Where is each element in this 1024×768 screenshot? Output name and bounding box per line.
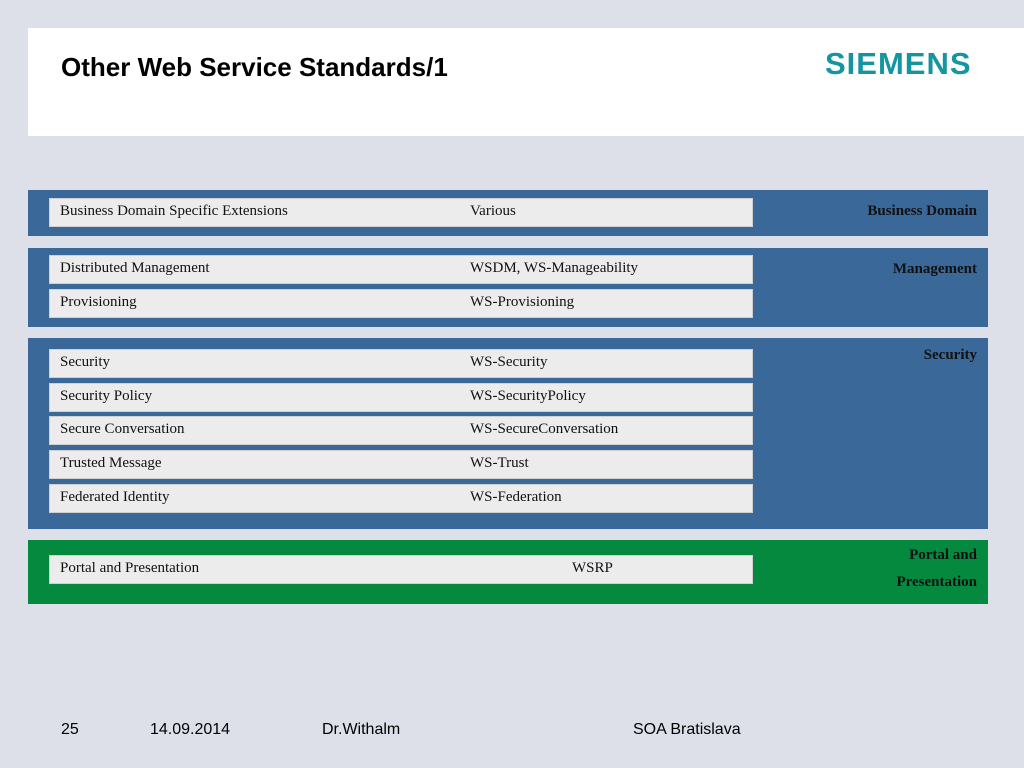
table-row: Portal and Presentation WSRP (49, 555, 753, 584)
row-standard: WS-SecureConversation (470, 421, 619, 437)
row-name: Provisioning (60, 294, 137, 310)
group-business-domain: Business Domain Business Domain Specific… (28, 190, 988, 236)
table-row: Federated Identity WS-Federation (49, 484, 753, 513)
row-standard: WS-Federation (470, 489, 562, 505)
row-name: Business Domain Specific Extensions (60, 203, 288, 219)
footer-author: Dr.Withalm (322, 721, 401, 738)
group-label: Portal and Presentation (896, 547, 977, 590)
slide-header: Other Web Service Standards/1 SIEMENS (28, 28, 1024, 136)
group-management: Management Distributed Management WSDM, … (28, 248, 988, 327)
group-security: Security Security WS-Security Security P… (28, 338, 988, 529)
row-name: Federated Identity (60, 489, 170, 505)
slide-title: Other Web Service Standards/1 (61, 52, 448, 82)
table-row: Secure Conversation WS-SecureConversatio… (49, 416, 753, 445)
siemens-logo: SIEMENS (825, 46, 972, 81)
table-row: Distributed Management WSDM, WS-Manageab… (49, 255, 753, 284)
row-standard: WS-Provisioning (470, 294, 575, 310)
table-row: Security Policy WS-SecurityPolicy (49, 383, 753, 412)
group-portal-presentation: Portal and Presentation Portal and Prese… (28, 540, 988, 604)
row-standard: Various (470, 203, 516, 219)
row-standard: WSRP (572, 560, 613, 576)
row-name: Portal and Presentation (60, 560, 200, 576)
footer-event: SOA Bratislava (633, 721, 741, 738)
table-row: Security WS-Security (49, 349, 753, 378)
group-label: Security (923, 347, 977, 363)
group-label: Management (892, 261, 977, 277)
row-name: Security (60, 354, 110, 370)
table-row: Provisioning WS-Provisioning (49, 289, 753, 318)
table-row: Trusted Message WS-Trust (49, 450, 753, 479)
row-standard: WS-Trust (470, 455, 529, 471)
row-name: Trusted Message (60, 455, 162, 471)
footer-date: 14.09.2014 (150, 721, 231, 738)
slide-number: 25 (61, 721, 79, 738)
group-label: Business Domain (867, 203, 977, 219)
table-row: Business Domain Specific Extensions Vari… (49, 198, 753, 227)
row-standard: WS-Security (470, 354, 548, 370)
row-standard: WSDM, WS-Manageability (470, 260, 639, 276)
row-standard: WS-SecurityPolicy (470, 388, 586, 404)
row-name: Secure Conversation (60, 421, 185, 437)
row-name: Distributed Management (60, 260, 210, 276)
row-name: Security Policy (60, 388, 153, 404)
